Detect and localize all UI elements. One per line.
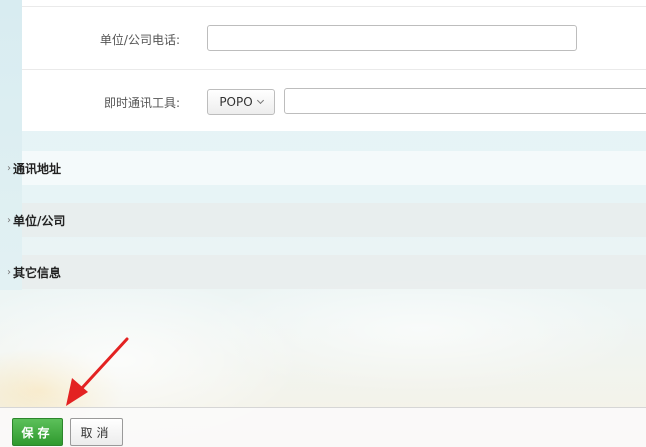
im-label: 即时通讯工具: [103, 96, 180, 110]
phone-input[interactable] [207, 25, 577, 51]
section-other-info[interactable]: › 其它信息 [7, 255, 646, 289]
im-type-select[interactable]: POPO [207, 89, 275, 115]
section-title: 单位/公司 [13, 213, 66, 228]
section-company[interactable]: › 单位/公司 [7, 203, 646, 237]
top-divider [22, 6, 646, 7]
save-button[interactable]: 保存 [12, 418, 63, 446]
row-divider [22, 69, 646, 70]
contact-form-panel: 单位/公司电话: 即时通讯工具: POPO [22, 0, 646, 131]
section-address[interactable]: › 通讯地址 [7, 151, 646, 185]
phone-label: 单位/公司电话: [99, 33, 180, 47]
im-type-value: POPO [219, 95, 253, 109]
chevron-down-icon [256, 96, 264, 105]
section-title: 通讯地址 [13, 161, 62, 176]
cancel-button[interactable]: 取消 [70, 418, 123, 446]
left-edge [0, 0, 22, 290]
im-account-input[interactable] [284, 88, 646, 114]
footer-bar: 保存 取消 [0, 407, 646, 447]
section-title: 其它信息 [13, 265, 62, 280]
